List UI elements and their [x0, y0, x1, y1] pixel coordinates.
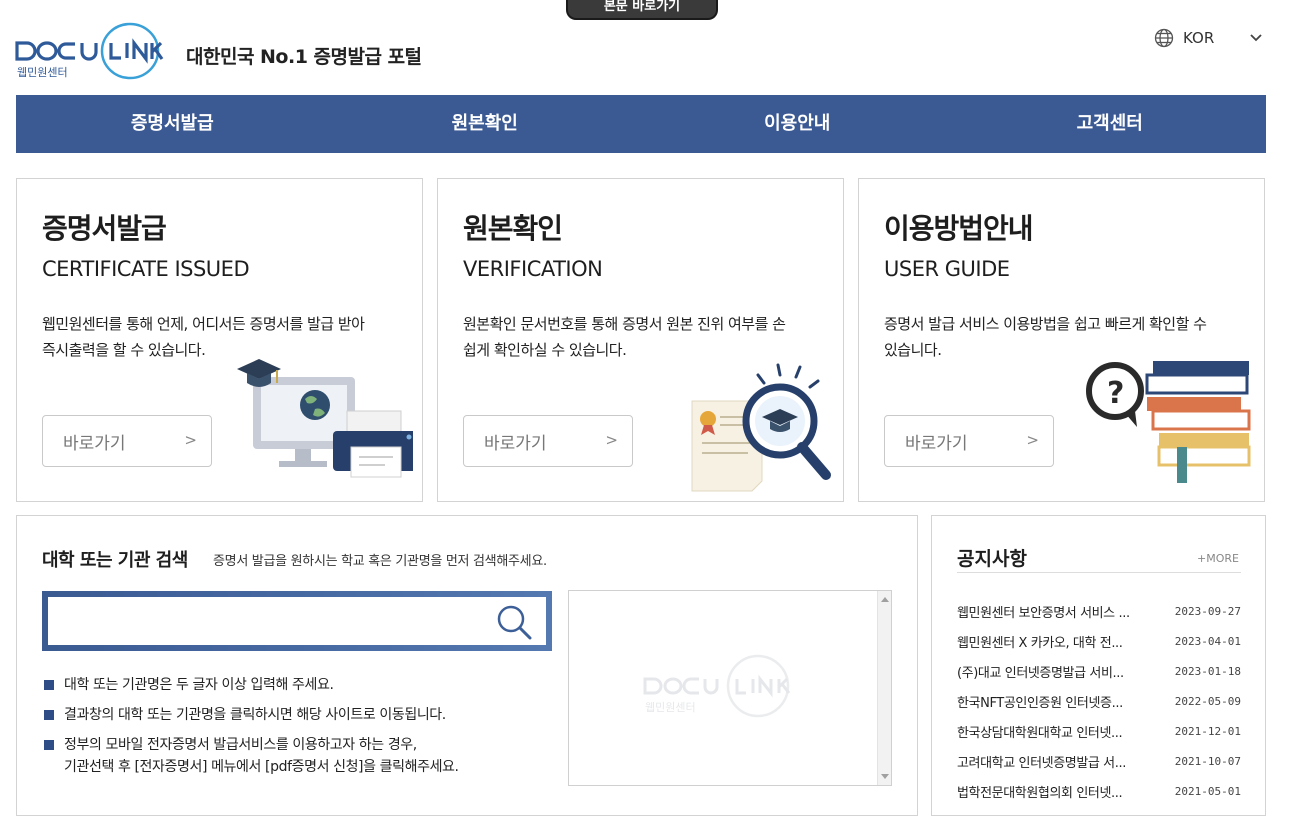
notice-list: 웹민원센터 보안증명서 서비스 ... 2023-09-27 웹민원센터 X 카카… — [957, 596, 1241, 806]
nav-item-verification[interactable]: 원본확인 — [329, 95, 642, 153]
card-subtitle: VERIFICATION — [463, 257, 603, 281]
card-title: 이용방법안내 — [884, 212, 1034, 245]
language-label: KOR — [1183, 29, 1215, 47]
notice-item[interactable]: 한국NFT공인인증원 인터넷증... 2022-05-09 — [957, 686, 1241, 716]
card-title: 증명서발급 — [42, 212, 167, 245]
go-certificate-button[interactable]: 바로가기 > — [42, 415, 212, 467]
notice-item[interactable]: 법학전문대학원협의회 인터넷... 2021-05-01 — [957, 776, 1241, 806]
notice-panel: 공지사항 +MORE 웹민원센터 보안증명서 서비스 ... 2023-09-27… — [931, 515, 1266, 816]
notice-more-link[interactable]: +MORE — [1197, 552, 1239, 565]
card-user-guide: 이용방법안내 USER GUIDE 증명서 발급 서비스 이용방법을 쉽고 빠르… — [858, 178, 1265, 502]
arrow-right-icon: > — [1026, 431, 1039, 449]
chevron-down-icon[interactable] — [1248, 29, 1264, 45]
card-description: 원본확인 문서번호를 통해 증명서 원본 진위 여부를 손 쉽게 확인하실 수 … — [463, 315, 786, 359]
card-description: 웹민원센터를 통해 언제, 어디서든 증명서를 발급 받아 즉시출력을 할 수 … — [42, 315, 365, 359]
main-navigation: 증명서발급 원본확인 이용안내 고객센터 — [16, 95, 1266, 153]
nav-item-guide[interactable]: 이용안내 — [641, 95, 954, 153]
language-selector[interactable]: KOR — [1154, 27, 1262, 49]
printer-computer-icon — [237, 359, 413, 478]
card-certificate-issue: 증명서발급 CERTIFICATE ISSUED 웹민원센터를 통해 언제, 어… — [16, 178, 423, 502]
scroll-down-icon[interactable] — [881, 774, 889, 779]
card-description: 증명서 발급 서비스 이용방법을 쉽고 빠르게 확인할 수 있습니다. — [884, 315, 1207, 359]
nav-item-certificate[interactable]: 증명서발급 — [16, 95, 329, 153]
search-tips: 대학 또는 기관명은 두 글자 이상 입력해 주세요. 결과창의 대학 또는 기… — [44, 674, 564, 786]
notice-item[interactable]: 웹민원센터 보안증명서 서비스 ... 2023-09-27 — [957, 596, 1241, 626]
arrow-right-icon: > — [605, 431, 618, 449]
square-bullet-icon — [44, 680, 54, 690]
go-user-guide-button[interactable]: 바로가기 > — [884, 415, 1054, 467]
docu-link-logo[interactable]: 웹민원센터 — [15, 21, 175, 81]
notice-item[interactable]: 웹민원센터 X 카카오, 대학 전... 2023-04-01 — [957, 626, 1241, 656]
tip-item: 정부의 모바일 전자증명서 발급서비스를 이용하고자 하는 경우, 기관선택 후… — [44, 734, 564, 778]
go-verification-button[interactable]: 바로가기 > — [463, 415, 633, 467]
notice-item[interactable]: 고려대학교 인터넷증명발급 서... 2021-10-07 — [957, 746, 1241, 776]
notice-title: 공지사항 — [957, 548, 1027, 570]
books-question-icon: ? — [1086, 361, 1251, 483]
notice-item[interactable]: (주)대교 인터넷증명발급 서비... 2023-01-18 — [957, 656, 1241, 686]
svg-text:웹민원센터: 웹민원센터 — [645, 701, 696, 714]
search-field — [42, 591, 552, 651]
results-scrollbar[interactable] — [877, 591, 891, 785]
search-icon[interactable] — [494, 602, 534, 642]
skip-to-content-link[interactable]: 본문 바로가기 — [566, 0, 718, 20]
magnifier-certificate-icon — [691, 363, 831, 492]
globe-icon — [1154, 28, 1174, 48]
arrow-right-icon: > — [184, 431, 197, 449]
tip-item: 결과창의 대학 또는 기관명을 클릭하시면 해당 사이트로 이동됩니다. — [44, 704, 564, 726]
card-subtitle: CERTIFICATE ISSUED — [42, 257, 250, 281]
card-verification: 원본확인 VERIFICATION 원본확인 문서번호를 통해 증명서 원본 진… — [437, 178, 844, 502]
card-subtitle: USER GUIDE — [884, 257, 1010, 281]
notice-item[interactable]: 한국상담대학원대학교 인터넷... 2021-12-01 — [957, 716, 1241, 746]
search-results-box[interactable]: 웹민원센터 — [568, 590, 892, 786]
square-bullet-icon — [44, 710, 54, 720]
square-bullet-icon — [44, 740, 54, 750]
card-title: 원본확인 — [463, 212, 563, 245]
search-input[interactable] — [58, 603, 478, 639]
site-tagline: 대한민국 No.1 증명발급 포털 — [186, 46, 422, 68]
search-title: 대학 또는 기관 검색 — [42, 550, 188, 571]
svg-text:?: ? — [1107, 376, 1124, 411]
nav-item-customer-center[interactable]: 고객센터 — [954, 95, 1267, 153]
search-hint: 증명서 발급을 원하시는 학교 혹은 기관명을 먼저 검색해주세요. — [213, 554, 547, 569]
docu-link-watermark-logo: 웹민원센터 — [643, 654, 791, 718]
svg-text:웹민원센터: 웹민원센터 — [17, 66, 68, 79]
divider — [957, 572, 1241, 573]
tip-item: 대학 또는 기관명은 두 글자 이상 입력해 주세요. — [44, 674, 564, 696]
institution-search-panel: 대학 또는 기관 검색 증명서 발급을 원하시는 학교 혹은 기관명을 먼저 검… — [16, 515, 918, 816]
scroll-up-icon[interactable] — [881, 597, 889, 602]
